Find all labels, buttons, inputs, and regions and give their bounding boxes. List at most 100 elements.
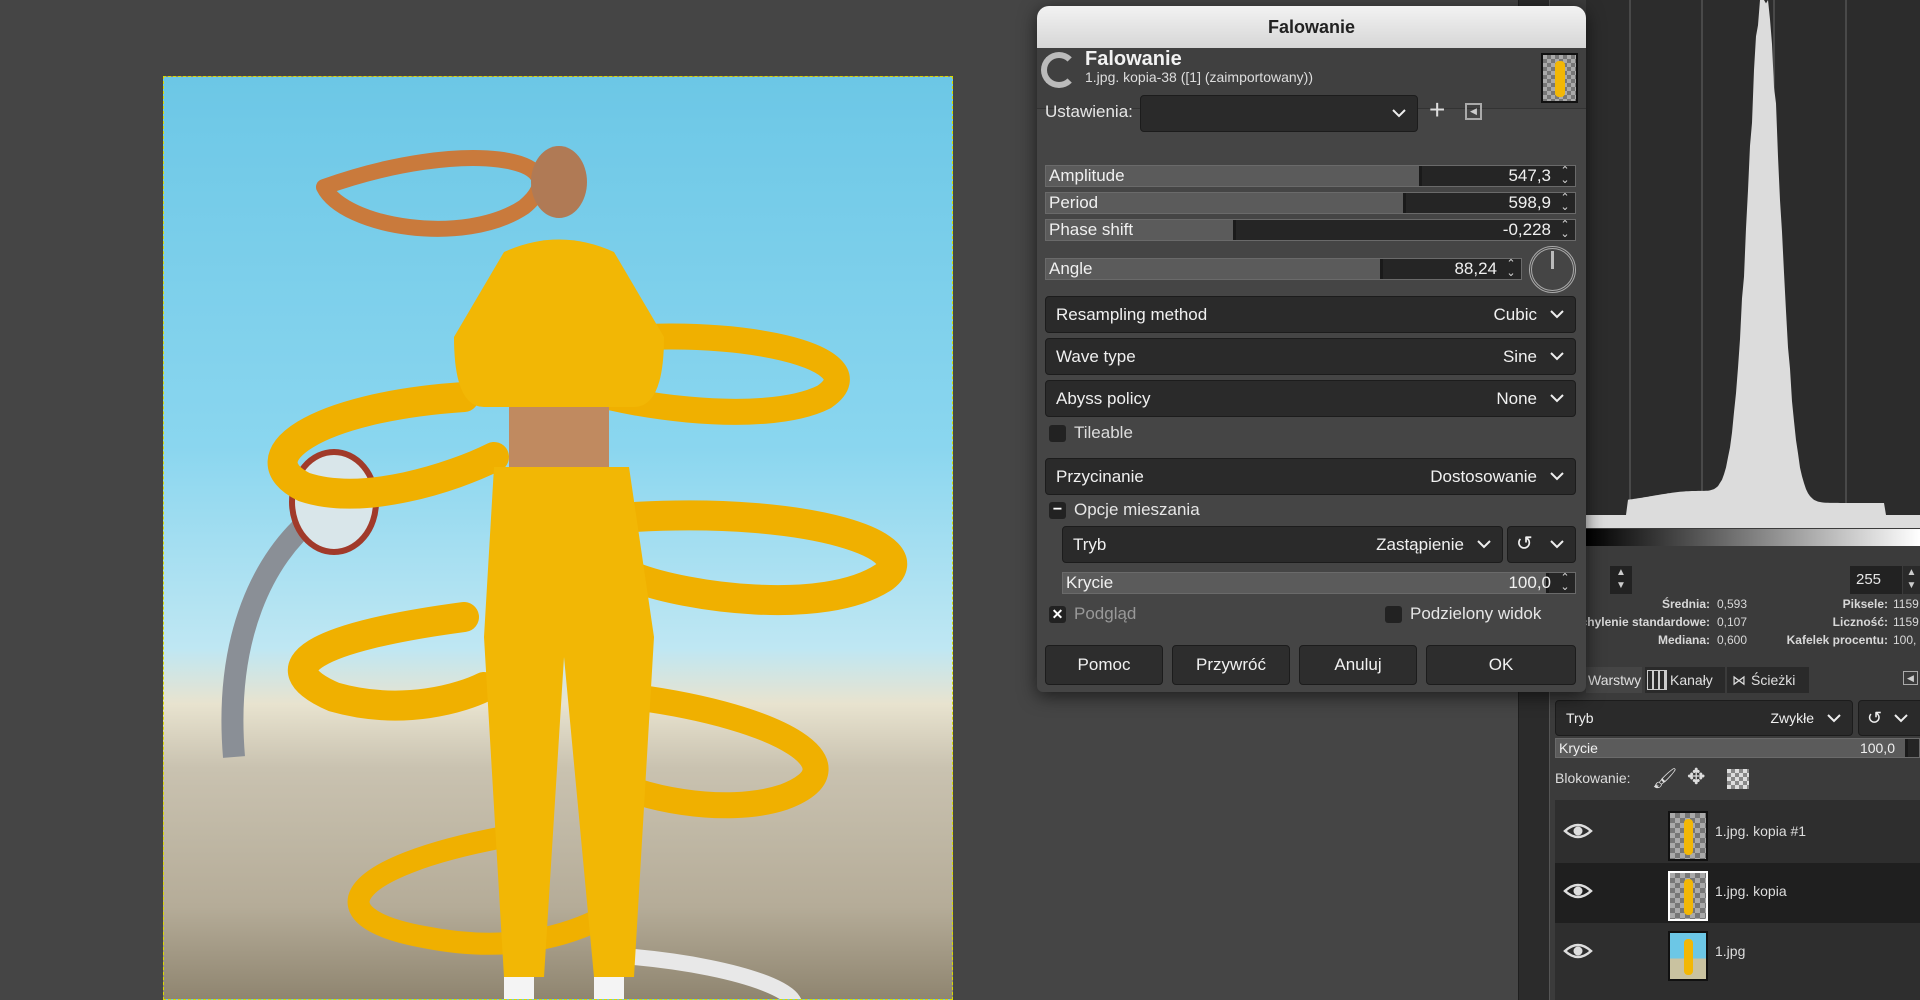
layer-row[interactable]: 1.jpg. kopia	[1555, 863, 1920, 923]
spinner-icon[interactable]: ⌃ ⌄	[1559, 193, 1571, 213]
dialog-header-subtitle: 1.jpg. kopia-38 ([1] (zaimportowany))	[1085, 69, 1313, 85]
amplitude-slider[interactable]: Amplitude 547,3 ⌃ ⌄	[1045, 165, 1576, 187]
dialog-titlebar[interactable]: Falowanie	[1037, 6, 1586, 48]
spinner-icon[interactable]: ⌃ ⌄	[1559, 573, 1571, 593]
blend-mode-value: Zastąpienie	[1376, 535, 1464, 554]
reset-icon: ↺	[1516, 533, 1533, 555]
layer-opacity-label: Krycie	[1559, 740, 1598, 756]
tab-paths[interactable]: ⋈ Ścieżki	[1727, 667, 1809, 693]
period-value: 598,9	[1508, 193, 1551, 212]
blend-opacity-slider[interactable]: Krycie 100,0 ⌃ ⌄	[1062, 572, 1576, 594]
preview-checkbox[interactable]: ✕	[1049, 606, 1066, 623]
period-slider[interactable]: Period 598,9 ⌃ ⌄	[1045, 192, 1576, 214]
phase-shift-label: Phase shift	[1049, 220, 1134, 239]
layer-mode-label: Tryb	[1566, 710, 1594, 726]
layer-row[interactable]: 1.jpg. kopia #1	[1555, 803, 1920, 863]
layer-opacity-fill	[1556, 739, 1909, 757]
angle-value: 88,24	[1454, 259, 1497, 278]
ok-button[interactable]: OK	[1426, 645, 1576, 685]
tab-menu-icon[interactable]: ◀	[1903, 671, 1918, 685]
clipping-value: Dostosowanie	[1430, 467, 1537, 486]
spinner-icon[interactable]: ⌃ ⌄	[1559, 166, 1571, 186]
abyss-policy-select[interactable]: Abyss policy None	[1045, 380, 1576, 417]
chevron-down-icon	[1550, 310, 1564, 319]
layer-thumbnail	[1668, 931, 1708, 981]
chevron-down-icon	[1827, 714, 1841, 723]
chevron-down-icon	[1894, 714, 1908, 723]
range-low-spinner[interactable]: ▲ ▼	[1610, 566, 1632, 594]
blend-composite-select[interactable]: ↺	[1507, 526, 1576, 563]
clipping-select[interactable]: Przycinanie Dostosowanie	[1045, 458, 1576, 495]
gimp-logo-icon	[1041, 52, 1077, 88]
angle-dial[interactable]	[1529, 246, 1576, 293]
amplitude-label: Amplitude	[1049, 166, 1125, 185]
paths-icon: ⋈	[1732, 672, 1746, 688]
chevron-down-icon	[1477, 540, 1491, 549]
collapse-blending-icon[interactable]: −	[1049, 502, 1066, 519]
blend-opacity-fill	[1063, 573, 1550, 593]
wave-type-label: Wave type	[1056, 347, 1136, 366]
swirl	[626, 949, 801, 999]
tileable-checkbox[interactable]	[1049, 425, 1066, 442]
tab-layers[interactable]: Warstwy	[1586, 667, 1642, 693]
layer-composite-select[interactable]: ↺	[1858, 700, 1920, 736]
layer-row[interactable]: 1.jpg	[1555, 923, 1920, 983]
angle-slider[interactable]: Angle 88,24 ⌃ ⌄	[1045, 258, 1522, 280]
lock-pixels-icon[interactable]: 🖌︎	[1652, 766, 1677, 791]
stat-mean-label: Średnia:	[1661, 597, 1710, 611]
histogram-gradient-bar	[1586, 529, 1920, 546]
image-canvas[interactable]	[163, 76, 953, 1000]
spinner-icon[interactable]: ⌃ ⌄	[1559, 220, 1571, 240]
stat-median-label: Mediana:	[1657, 633, 1710, 647]
resampling-select[interactable]: Resampling method Cubic	[1045, 296, 1576, 333]
eye-icon[interactable]	[1563, 941, 1593, 961]
reset-button[interactable]: Przywróć	[1172, 645, 1290, 685]
lock-alpha-icon[interactable]	[1727, 769, 1749, 789]
split-view-label: Podzielony widok	[1410, 604, 1542, 623]
split-view-checkbox[interactable]	[1385, 606, 1402, 623]
chevron-down-icon	[1550, 394, 1564, 403]
tab-layers-label: Warstwy	[1588, 672, 1642, 688]
tileable-label: Tileable	[1074, 423, 1133, 442]
period-label: Period	[1049, 193, 1099, 212]
layer-name: 1.jpg. kopia	[1715, 883, 1787, 899]
layer-preview-thumbnail	[1541, 53, 1578, 103]
tab-channels[interactable]: Kanały	[1645, 667, 1725, 693]
add-preset-icon[interactable]: +	[1429, 94, 1445, 126]
hoop-pole	[221, 508, 322, 758]
stat-pixels-value: 1159	[1893, 597, 1919, 611]
swirl	[288, 602, 499, 721]
lock-position-icon[interactable]: ✥	[1687, 764, 1705, 790]
chevron-down-icon	[1392, 109, 1406, 118]
wave-type-value: Sine	[1502, 347, 1537, 366]
stat-percentile-label: Kafelek procentu:	[1786, 633, 1888, 647]
phase-shift-value: -0,228	[1502, 220, 1551, 239]
spinner-icon[interactable]: ⌃ ⌄	[1505, 259, 1517, 279]
swirl	[267, 382, 509, 509]
layer-mode-value: Zwykłe	[1770, 710, 1814, 726]
presets-label: Ustawienia:	[1045, 102, 1133, 121]
preset-menu-icon[interactable]: ◀	[1465, 103, 1482, 120]
presets-select[interactable]	[1140, 95, 1418, 132]
wave-type-select[interactable]: Wave type Sine	[1045, 338, 1576, 375]
histogram-bars	[1586, 0, 1920, 528]
blend-mode-select[interactable]: Tryb Zastąpienie	[1062, 526, 1503, 563]
eye-icon[interactable]	[1563, 881, 1593, 901]
range-high-input[interactable]: 255	[1850, 566, 1902, 594]
preview-label: Podgląd	[1074, 604, 1137, 623]
stat-count-value: 1159	[1893, 615, 1919, 629]
resampling-value: Cubic	[1493, 305, 1537, 324]
stat-stddev-value: 0,107	[1717, 615, 1748, 629]
stat-percentile-value: 100,	[1893, 633, 1917, 647]
range-high-spinner[interactable]: ▲ ▼	[1903, 566, 1920, 594]
layer-opacity-slider[interactable]: Krycie 100,0	[1555, 738, 1920, 758]
stat-pixels-label: Piksele:	[1842, 597, 1888, 611]
phase-shift-slider[interactable]: Phase shift -0,228 ⌃ ⌄	[1045, 219, 1576, 241]
abyss-policy-value: None	[1496, 389, 1537, 408]
cancel-button[interactable]: Anuluj	[1299, 645, 1417, 685]
eye-icon[interactable]	[1563, 821, 1593, 841]
swirl	[316, 150, 548, 237]
reset-icon: ↺	[1867, 708, 1883, 728]
layer-mode-select[interactable]: Tryb Zwykłe	[1555, 700, 1853, 736]
help-button[interactable]: Pomoc	[1045, 645, 1163, 685]
